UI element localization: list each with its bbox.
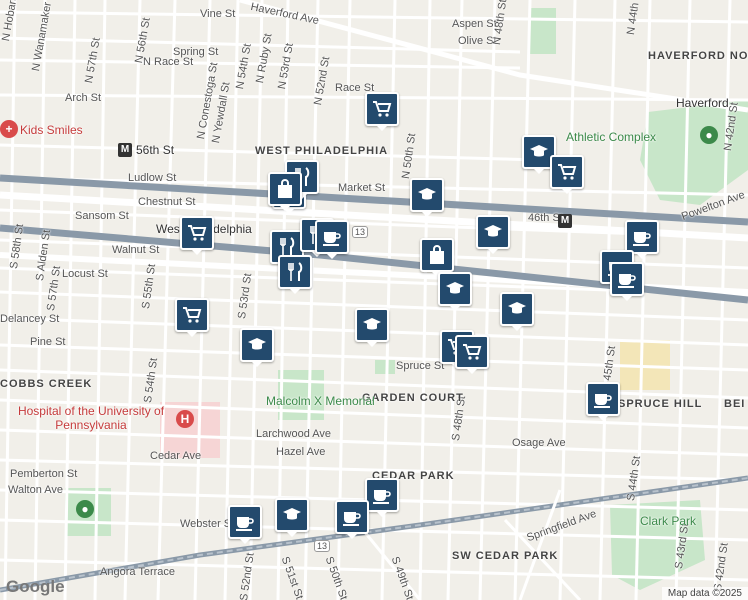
park-icon[interactable]: ● bbox=[700, 126, 718, 144]
poi-label-hospital[interactable]: Hospital of the University of Pennsylvan… bbox=[12, 404, 170, 432]
map-canvas[interactable]: Vine St Haverford Ave N Hobart St N Wana… bbox=[0, 0, 748, 600]
street-label: N Race St bbox=[143, 56, 194, 68]
street-label: Delancey St bbox=[0, 313, 60, 325]
dental-icon[interactable]: + bbox=[0, 120, 18, 138]
map-marker-education[interactable] bbox=[500, 292, 534, 331]
street-label: Walnut St bbox=[112, 244, 160, 256]
street-label: Vine St bbox=[200, 8, 236, 20]
map-attribution[interactable]: Map data ©2025 bbox=[661, 587, 748, 600]
neighborhood-label: WEST PHILADELPHIA bbox=[255, 145, 389, 157]
poi-label-hospital-text: Hospital of the University of Pennsylvan… bbox=[17, 404, 165, 432]
street-label: Hazel Ave bbox=[276, 446, 326, 458]
neighborhood-label: BEI bbox=[724, 398, 746, 410]
neighborhood-label: SW CEDAR PARK bbox=[452, 550, 559, 562]
map-marker-cafe[interactable] bbox=[610, 262, 644, 301]
map-marker-cafe[interactable] bbox=[335, 500, 369, 539]
street-label: Aspen St bbox=[452, 18, 497, 30]
map-marker-restaurant[interactable] bbox=[278, 255, 312, 294]
map-marker-shopping[interactable] bbox=[268, 172, 302, 211]
neighborhood-label: GARDEN COURT bbox=[362, 392, 464, 404]
map-marker-cafe[interactable] bbox=[315, 220, 349, 259]
map-marker-cafe[interactable] bbox=[625, 220, 659, 259]
poi-label-malcolm-x[interactable]: Malcolm X Memorial bbox=[266, 394, 375, 408]
map-marker-education[interactable] bbox=[476, 215, 510, 254]
hospital-icon[interactable]: H bbox=[176, 410, 194, 428]
street-label: Ludlow St bbox=[128, 172, 177, 184]
map-marker-grocery-cart[interactable] bbox=[175, 298, 209, 337]
metro-station-icon[interactable]: M bbox=[558, 214, 572, 228]
google-logo: Google bbox=[6, 577, 65, 596]
neighborhood-label: SPRUCE HILL bbox=[618, 398, 703, 410]
park-icon[interactable]: ● bbox=[76, 500, 94, 518]
poi-label-athletic-complex[interactable]: Athletic Complex bbox=[566, 130, 656, 144]
street-label: Webster St bbox=[180, 518, 235, 530]
street-label: Larchwood Ave bbox=[256, 428, 332, 440]
map-marker-education[interactable] bbox=[355, 308, 389, 347]
neighborhood-label: COBBS CREEK bbox=[0, 378, 93, 390]
street-label: 56th St bbox=[136, 143, 175, 157]
route-shield: 13 bbox=[352, 226, 369, 238]
street-label: Chestnut St bbox=[138, 196, 196, 208]
metro-station-icon[interactable]: M bbox=[118, 143, 132, 157]
poi-label-haverford: Haverford bbox=[676, 96, 729, 110]
street-label: Pine St bbox=[30, 336, 66, 348]
map-marker-education[interactable] bbox=[410, 178, 444, 217]
map-marker-education[interactable] bbox=[438, 272, 472, 311]
street-label: Spruce St bbox=[396, 360, 445, 372]
street-label: Pemberton St bbox=[10, 468, 78, 480]
street-label: Cedar Ave bbox=[150, 450, 202, 462]
poi-label-kids-smiles[interactable]: Kids Smiles bbox=[20, 123, 83, 137]
street-label: Locust St bbox=[62, 268, 108, 280]
street-label: Osage Ave bbox=[512, 437, 566, 449]
map-marker-education[interactable] bbox=[240, 328, 274, 367]
map-marker-cafe[interactable] bbox=[228, 505, 262, 544]
map-marker-cafe[interactable] bbox=[365, 478, 399, 517]
map-marker-grocery-cart[interactable] bbox=[365, 92, 399, 131]
small-park bbox=[375, 360, 395, 374]
street-label: Walton Ave bbox=[8, 484, 64, 496]
street-label: Sansom St bbox=[75, 210, 129, 222]
poi-label-clark-park[interactable]: Clark Park bbox=[640, 514, 696, 528]
map-marker-grocery-cart[interactable] bbox=[550, 155, 584, 194]
street-label: Market St bbox=[338, 182, 386, 194]
map-marker-education[interactable] bbox=[275, 498, 309, 537]
map-marker-shopping[interactable] bbox=[420, 238, 454, 277]
map-marker-cafe[interactable] bbox=[586, 382, 620, 421]
route-shield: 13 bbox=[314, 540, 331, 552]
neighborhood-label: HAVERFORD NORTH bbox=[648, 50, 748, 62]
map-marker-grocery-cart[interactable] bbox=[455, 335, 489, 374]
map-marker-grocery-cart[interactable] bbox=[180, 216, 214, 255]
street-label: Arch St bbox=[65, 92, 102, 104]
street-label: Angora Terrace bbox=[100, 566, 176, 578]
park-area bbox=[530, 8, 556, 54]
